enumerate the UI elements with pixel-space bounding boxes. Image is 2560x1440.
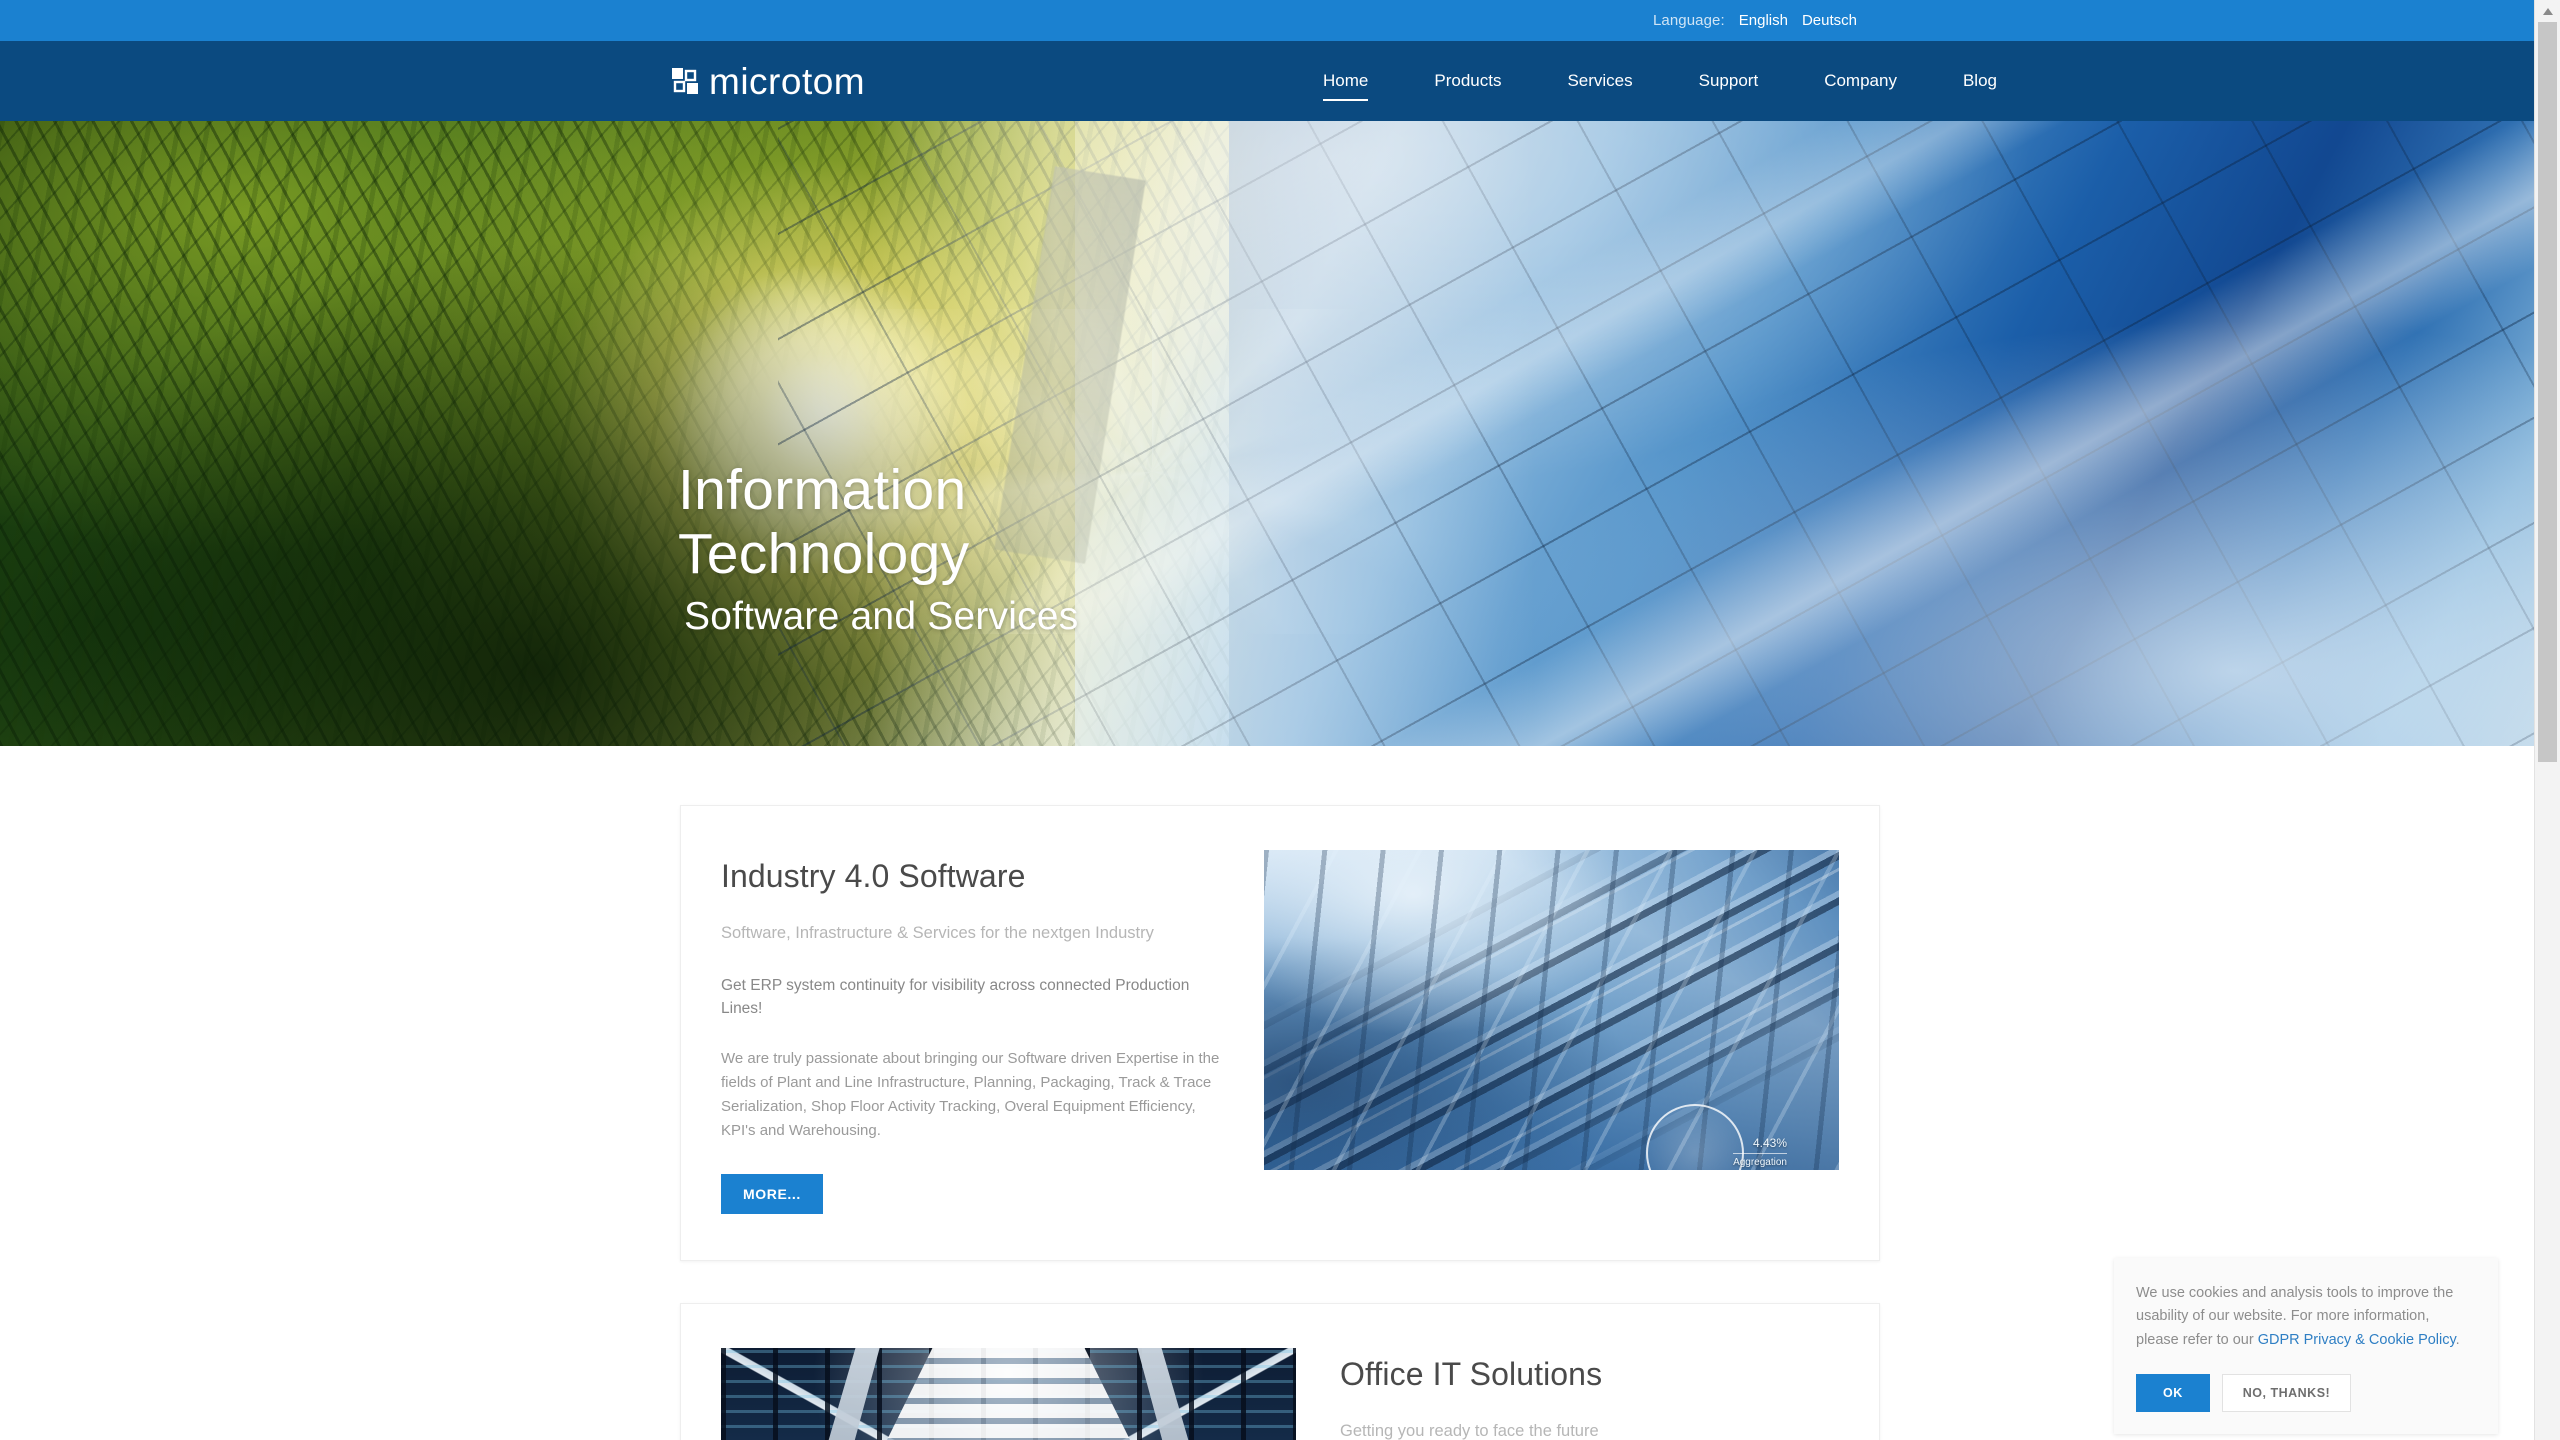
- card-title: Industry 4.0 Software: [721, 858, 1026, 894]
- conveyor-photo: [1264, 850, 1839, 1170]
- nav-item-company[interactable]: Company: [1791, 71, 1930, 91]
- cookie-text: We use cookies and analysis tools to imp…: [2136, 1282, 2476, 1352]
- hero-subtitle: Software and Services: [684, 594, 1079, 638]
- microtom-squares-logo-icon: [672, 68, 698, 94]
- nav-item-services[interactable]: Services: [1534, 71, 1665, 91]
- gdpr-privacy-cookie-policy-link[interactable]: GDPR Privacy & Cookie Policy: [2258, 1332, 2456, 1348]
- hero-banner: Information Technology Software and Serv…: [0, 121, 2560, 746]
- scrollbar-thumb[interactable]: [2538, 22, 2557, 762]
- nav-item-products[interactable]: Products: [1401, 71, 1534, 91]
- card-subtitle: Software, Infrastructure & Services for …: [721, 924, 1154, 942]
- card-body: Industry 4.0 Software Software, Infrastr…: [721, 850, 1220, 1214]
- card-body: Office IT Solutions Getting you ready to…: [1340, 1348, 1839, 1440]
- language-label: Language:: [1652, 12, 1725, 29]
- brand-name: microtom: [709, 60, 866, 102]
- hero-title-line-1: Information: [678, 458, 967, 522]
- language-link-deutsch[interactable]: Deutsch: [1802, 12, 1857, 29]
- cookie-accept-button[interactable]: OK: [2136, 1374, 2210, 1413]
- card-paragraph: We are truly passionate about bringing o…: [721, 1049, 1220, 1140]
- card-title: Office IT Solutions: [1340, 1355, 1603, 1392]
- nav-item-home[interactable]: Home: [1290, 71, 1401, 101]
- hero-copy: Information Technology Software and Serv…: [678, 458, 1079, 639]
- card-image-conveyor-production-line: 4.43% Aggregation: [1264, 850, 1839, 1170]
- scroll-up-arrow-icon[interactable]: [2535, 0, 2560, 22]
- hero-background-image: [0, 121, 2560, 746]
- nav-item-blog[interactable]: Blog: [1930, 71, 2030, 91]
- primary-nav: Home Products Services Support Company B…: [1290, 71, 2030, 101]
- card-image-data-center-server-room: [721, 1347, 1296, 1440]
- hud-value: 4.43%: [1752, 1136, 1787, 1151]
- hero-title-line-2: Technology: [678, 521, 970, 586]
- brand-logo[interactable]: microtom: [672, 63, 865, 100]
- cookie-actions: OK NO, THANKS!: [2136, 1374, 2476, 1413]
- language-link-english[interactable]: English: [1739, 12, 1788, 29]
- page-scrollbar[interactable]: [2534, 0, 2560, 1440]
- cookie-consent-banner: We use cookies and analysis tools to imp…: [2114, 1258, 2498, 1435]
- card-office-it-solutions: Office IT Solutions Getting you ready to…: [680, 1302, 1880, 1440]
- more-button[interactable]: MORE...: [721, 1173, 823, 1214]
- cookie-decline-button[interactable]: NO, THANKS!: [2221, 1374, 2352, 1413]
- card-industry-40-software: Industry 4.0 Software Software, Infrastr…: [680, 805, 1880, 1261]
- language-bar: Language: English Deutsch: [0, 0, 2560, 41]
- main-navigation-bar: microtom Home Products Services Support …: [0, 41, 2560, 121]
- hud-label: Aggregation: [1733, 1152, 1787, 1171]
- hud-overlay: 4.43% Aggregation: [1733, 1135, 1787, 1170]
- hero-light-blend: [870, 121, 1536, 746]
- card-subtitle: Getting you ready to face the future: [1340, 1421, 1599, 1440]
- cookie-text-after-link: .: [2455, 1331, 2460, 1348]
- card-lead-text: Get ERP system continuity for visibility…: [721, 977, 1190, 1018]
- nav-item-support[interactable]: Support: [1666, 71, 1792, 91]
